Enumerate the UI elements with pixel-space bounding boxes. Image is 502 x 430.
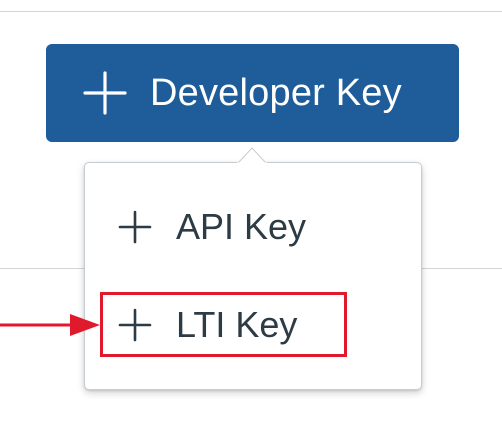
add-developer-key-button[interactable]: Developer Key <box>46 44 459 142</box>
developer-key-menu <box>84 162 422 390</box>
plus-icon <box>118 210 152 244</box>
arrow-right-icon <box>0 314 100 336</box>
menu-caret <box>236 147 268 166</box>
menu-item-api-key[interactable]: API Key <box>118 204 306 250</box>
divider-top <box>0 11 502 12</box>
plus-icon <box>83 71 127 115</box>
menu-item-label: API Key <box>176 206 307 247</box>
menu-item-label: LTI Key <box>176 304 298 345</box>
plus-icon <box>118 308 152 342</box>
menu-item-lti-key[interactable]: LTI Key <box>118 302 297 348</box>
add-developer-key-label: Developer Key <box>150 71 402 114</box>
